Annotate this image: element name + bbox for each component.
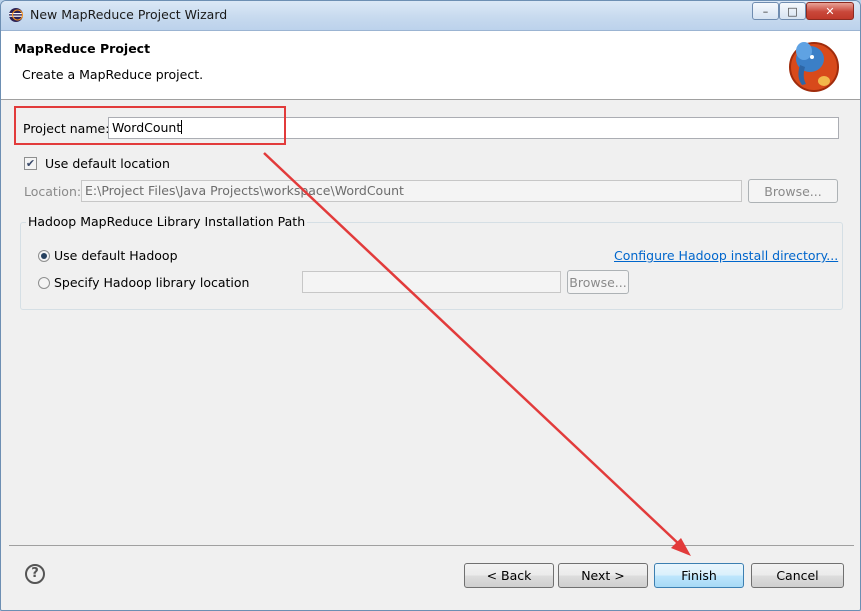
wizard-header: MapReduce Project Create a MapReduce pro… <box>1 31 860 100</box>
use-default-hadoop-radio[interactable] <box>38 250 50 262</box>
minimize-button[interactable]: – <box>752 2 779 20</box>
title-bar[interactable]: New MapReduce Project Wizard – □ ✕ <box>1 1 860 31</box>
hadoop-browse-label: Browse... <box>569 274 627 290</box>
minimize-icon: – <box>762 4 769 18</box>
next-button[interactable]: Next > <box>558 563 648 588</box>
page-description: Create a MapReduce project. <box>22 67 204 82</box>
location-label: Location: <box>24 184 82 199</box>
help-icon[interactable]: ? <box>25 564 45 584</box>
wizard-window: New MapReduce Project Wizard – □ ✕ MapRe… <box>0 0 861 611</box>
configure-hadoop-link[interactable]: Configure Hadoop install directory... <box>614 248 838 263</box>
hadoop-browse-button[interactable]: Browse... <box>567 270 629 294</box>
next-label: Next > <box>581 568 625 583</box>
specify-hadoop-radio[interactable] <box>38 277 50 289</box>
use-default-hadoop-label: Use default Hadoop <box>54 248 178 263</box>
cancel-button[interactable]: Cancel <box>751 563 844 588</box>
back-button[interactable]: < Back <box>464 563 554 588</box>
maximize-button[interactable]: □ <box>779 2 806 20</box>
location-input[interactable]: E:\Project Files\Java Projects\workspace… <box>81 180 742 202</box>
finish-label: Finish <box>681 568 717 583</box>
use-default-location-label: Use default location <box>45 156 170 171</box>
wizard-body: Project name: WordCount ✔ Use default lo… <box>1 100 860 544</box>
use-default-location-checkbox[interactable]: ✔ <box>24 157 37 170</box>
back-label: < Back <box>486 568 532 583</box>
annotation-highlight-box <box>14 106 286 145</box>
footer-divider <box>9 545 854 546</box>
eclipse-icon <box>9 8 23 22</box>
close-icon: ✕ <box>825 4 835 18</box>
hadoop-library-group <box>20 222 843 310</box>
location-browse-label: Browse... <box>764 183 822 199</box>
finish-button[interactable]: Finish <box>654 563 744 588</box>
hadoop-group-title: Hadoop MapReduce Library Installation Pa… <box>26 214 308 229</box>
location-value: E:\Project Files\Java Projects\workspace… <box>85 183 404 198</box>
specify-hadoop-label: Specify Hadoop library location <box>54 275 250 290</box>
page-title: MapReduce Project <box>14 41 151 56</box>
hadoop-elephant-icon <box>789 42 839 92</box>
hadoop-location-input[interactable] <box>302 271 561 293</box>
close-button[interactable]: ✕ <box>806 2 854 20</box>
cancel-label: Cancel <box>776 568 819 583</box>
location-browse-button[interactable]: Browse... <box>748 179 838 203</box>
maximize-icon: □ <box>787 4 798 18</box>
window-title: New MapReduce Project Wizard <box>30 7 228 22</box>
